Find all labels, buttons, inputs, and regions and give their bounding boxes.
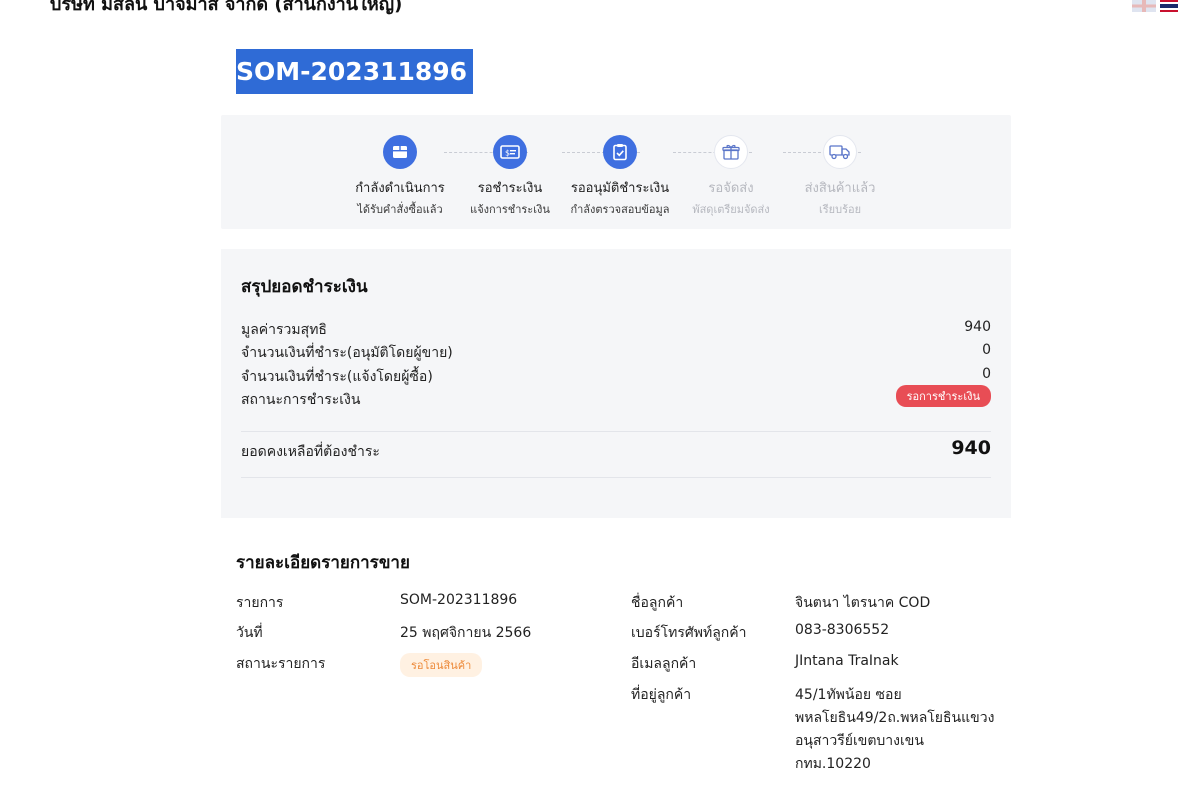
address-line: 45/1ทัพน้อย ซอย — [795, 687, 902, 703]
order-status-badge: รอโอนสินค้า — [400, 653, 483, 677]
money-card-icon: $ — [493, 135, 527, 169]
detail-customer-address: 45/1ทัพน้อย ซอย พหลโยธิน49/2ถ.พหลโยธินแข… — [795, 684, 994, 776]
step-title: รอจัดส่ง — [708, 181, 754, 196]
address-line: กทม.10220 — [795, 756, 871, 772]
step-subtitle: เรียบร้อย — [818, 203, 862, 216]
gift-box-icon — [714, 135, 748, 169]
summary-row-net-total: มูลค่ารวมสุทธิ 940 — [241, 319, 991, 341]
summary-row-paid-reported: จำนวนเงินที่ชำระ(แจ้งโดยผู้ซื้อ) 0 — [241, 366, 991, 388]
language-switcher — [1132, 0, 1178, 12]
step-subtitle: ได้รับคำสั่งซื้อแล้ว — [357, 203, 443, 216]
thai-flag-icon[interactable] — [1160, 0, 1178, 12]
summary-label: จำนวนเงินที่ชำระ(แจ้งโดยผู้ซื้อ) — [241, 369, 433, 385]
summary-label: จำนวนเงินที่ชำระ(อนุมัติโดยผู้ขาย) — [241, 345, 453, 361]
divider — [241, 477, 991, 478]
step-title: กำลังดำเนินการ — [355, 181, 445, 196]
detail-label: วันที่ — [236, 625, 263, 641]
svg-text:$: $ — [505, 149, 510, 158]
summary-label: สถานะการชำระเงิน — [241, 392, 361, 408]
clipboard-check-icon — [603, 135, 637, 169]
step-subtitle: แจ้งการชำระเงิน — [470, 203, 550, 216]
step-subtitle: พัสดุเตรียมจัดส่ง — [692, 203, 770, 216]
address-line: อนุสาวรีย์เขตบางเขน — [795, 733, 924, 749]
detail-label: รายการ — [236, 595, 284, 611]
step-subtitle: กำลังตรวจสอบข้อมูล — [570, 203, 670, 216]
step-shipped: ส่งสินค้าแล้ว เรียบร้อย — [780, 135, 900, 218]
address-line: พหลโยธิน49/2ถ.พหลโยธินแขวง — [795, 710, 995, 726]
step-title: รอชำระเงิน — [477, 181, 543, 196]
summary-row-paid-approved: จำนวนเงินที่ชำระ(อนุมัติโดยผู้ขาย) 0 — [241, 342, 991, 364]
truck-icon — [823, 135, 857, 169]
payment-summary-panel: สรุปยอดชำระเงิน มูลค่ารวมสุทธิ 940 จำนวน… — [221, 249, 1011, 518]
summary-value: 0 — [982, 366, 991, 382]
detail-label: เบอร์โทรศัพท์ลูกค้า — [631, 625, 747, 641]
step-title: ส่งสินค้าแล้ว — [804, 181, 876, 196]
order-progress-stepper: กำลังดำเนินการ ได้รับคำสั่งซื้อแล้ว $ รอ… — [221, 115, 1011, 229]
detail-customer-name: จินตนา ไตรนาค COD — [795, 595, 931, 611]
balance-label: ยอดคงเหลือที่ต้องชำระ — [241, 444, 380, 460]
summary-value: 0 — [982, 342, 991, 358]
box-icon — [383, 135, 417, 169]
detail-date: 25 พฤศจิกายน 2566 — [400, 625, 532, 641]
detail-customer-email: JIntana TraInak — [795, 653, 899, 669]
divider — [241, 431, 991, 432]
detail-label: ที่อยู่ลูกค้า — [631, 687, 692, 703]
balance-value: 940 — [951, 437, 991, 459]
detail-order-id: SOM-202311896 — [400, 592, 518, 608]
summary-title: สรุปยอดชำระเงิน — [241, 277, 368, 297]
company-name: บริษัท มิสลีน บาจิมาส จำกัด (สำนักงานใหญ… — [50, 0, 403, 15]
detail-label: ชื่อลูกค้า — [631, 595, 684, 611]
step-awaiting-approval: รออนุมัติชำระเงิน กำลังตรวจสอบข้อมูล — [560, 135, 680, 218]
step-awaiting-shipment: รอจัดส่ง พัสดุเตรียมจัดส่ง — [671, 135, 791, 218]
summary-value: 940 — [964, 319, 991, 335]
step-title: รออนุมัติชำระเงิน — [570, 181, 670, 196]
payment-status-badge: รอการชำระเงิน — [895, 385, 991, 407]
step-processing: กำลังดำเนินการ ได้รับคำสั่งซื้อแล้ว — [340, 135, 460, 218]
detail-customer-phone: 083-8306552 — [795, 622, 890, 638]
detail-label: สถานะรายการ — [236, 656, 326, 672]
english-flag-icon[interactable] — [1132, 0, 1156, 12]
detail-label: อีเมลลูกค้า — [631, 656, 697, 672]
summary-row-payment-status: สถานะการชำระเงิน รอการชำระเงิน — [241, 385, 991, 411]
step-awaiting-payment: $ รอชำระเงิน แจ้งการชำระเงิน — [450, 135, 570, 218]
summary-label: มูลค่ารวมสุทธิ — [241, 322, 327, 338]
details-title: รายละเอียดรายการขาย — [236, 553, 410, 573]
order-id-title: SOM-202311896 — [236, 49, 474, 94]
summary-row-balance: ยอดคงเหลือที่ต้องชำระ 940 — [241, 437, 991, 463]
